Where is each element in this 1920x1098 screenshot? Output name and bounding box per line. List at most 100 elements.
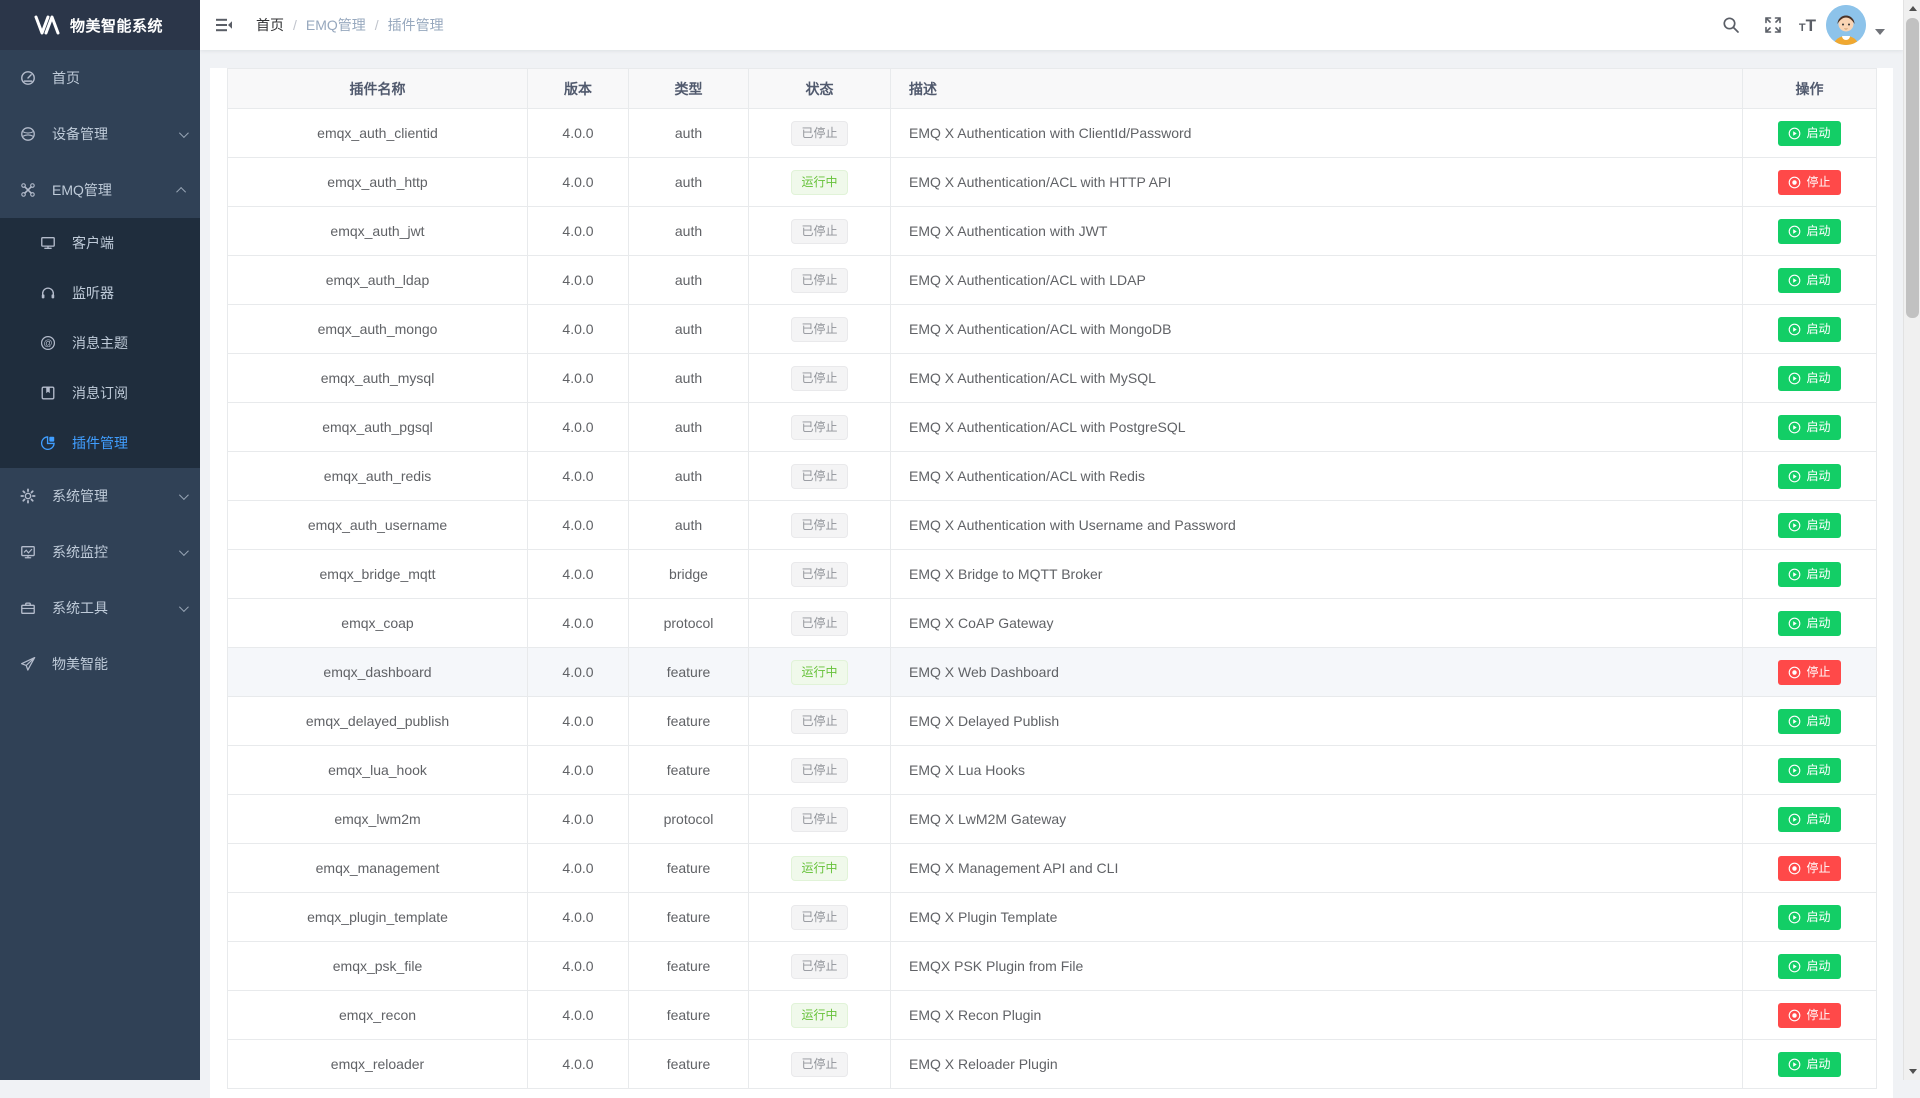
- breadcrumb-home[interactable]: 首页: [256, 15, 284, 35]
- toggle-plugin-button[interactable]: 停止: [1778, 1003, 1840, 1028]
- toggle-button-label: 启动: [1806, 960, 1830, 972]
- play-circle-icon: [1788, 372, 1801, 385]
- plugin-description: EMQ X Recon Plugin: [891, 991, 1743, 1040]
- toggle-plugin-button[interactable]: 启动: [1778, 807, 1840, 832]
- scrollbar-thumb[interactable]: [1906, 18, 1919, 318]
- plugin-description: EMQ X Authentication/ACL with MySQL: [891, 354, 1743, 403]
- toggle-plugin-button[interactable]: 启动: [1778, 709, 1840, 734]
- sidebar-item-subscriptions[interactable]: 消息订阅: [0, 368, 200, 418]
- toggle-plugin-button[interactable]: 停止: [1778, 170, 1840, 195]
- sidebar-item-label: 设备管理: [52, 124, 179, 144]
- toggle-plugin-button[interactable]: 启动: [1778, 562, 1840, 587]
- sidebar-item-emq[interactable]: EMQ管理: [0, 162, 200, 218]
- plugin-version: 4.0.0: [528, 893, 629, 942]
- sidebar-item-listeners[interactable]: 监听器: [0, 268, 200, 318]
- toggle-plugin-button[interactable]: 启动: [1778, 366, 1840, 391]
- toggle-plugin-button[interactable]: 启动: [1778, 611, 1840, 636]
- sidebar-item-system-monitor[interactable]: 系统监控: [0, 524, 200, 580]
- plugin-name: emqx_dashboard: [228, 648, 528, 697]
- sidebar-fold-button[interactable]: [200, 0, 248, 50]
- toggle-plugin-button[interactable]: 启动: [1778, 415, 1840, 440]
- main-content: 插件名称 版本 类型 状态 描述 操作 emqx_auth_clientid 4…: [200, 50, 1903, 1080]
- toggle-plugin-button[interactable]: 停止: [1778, 856, 1840, 881]
- table-row: emqx_auth_redis 4.0.0 auth 已停止 EMQ X Aut…: [228, 452, 1877, 501]
- emq-submenu: 客户端 监听器 @ 消息主题 消息订阅 插件管理: [0, 218, 200, 468]
- toggle-button-label: 停止: [1806, 1009, 1830, 1021]
- toggle-button-label: 启动: [1806, 813, 1830, 825]
- plugin-name: emqx_auth_pgsql: [228, 403, 528, 452]
- sidebar-item-topics[interactable]: @ 消息主题: [0, 318, 200, 368]
- toggle-plugin-button[interactable]: 启动: [1778, 758, 1840, 783]
- plugin-name: emqx_recon: [228, 991, 528, 1040]
- play-circle-icon: [1788, 617, 1801, 630]
- plugin-description: EMQ X Authentication/ACL with HTTP API: [891, 158, 1743, 207]
- plugin-name: emqx_lua_hook: [228, 746, 528, 795]
- play-circle-icon: [1788, 127, 1801, 140]
- toggle-plugin-button[interactable]: 启动: [1778, 121, 1840, 146]
- sidebar-item-system-admin[interactable]: 系统管理: [0, 468, 200, 524]
- plugin-card: 插件名称 版本 类型 状态 描述 操作 emqx_auth_clientid 4…: [210, 68, 1893, 1098]
- sidebar-item-system-tools[interactable]: 系统工具: [0, 580, 200, 636]
- vertical-scrollbar[interactable]: [1903, 0, 1920, 1080]
- status-badge: 已停止: [791, 709, 847, 734]
- plugin-description: EMQ X Web Dashboard: [891, 648, 1743, 697]
- app-logo[interactable]: 物美智能系统: [0, 0, 200, 50]
- plugin-version: 4.0.0: [528, 648, 629, 697]
- table-body: emqx_auth_clientid 4.0.0 auth 已停止 EMQ X …: [228, 109, 1877, 1089]
- status-badge: 已停止: [791, 611, 847, 636]
- breadcrumb-separator: /: [375, 17, 379, 33]
- toggle-plugin-button[interactable]: 启动: [1778, 268, 1840, 293]
- plugin-version: 4.0.0: [528, 501, 629, 550]
- toggle-plugin-button[interactable]: 启动: [1778, 219, 1840, 244]
- toggle-plugin-button[interactable]: 启动: [1778, 317, 1840, 342]
- plugin-icon: [40, 435, 56, 451]
- svg-text:@: @: [43, 338, 52, 348]
- sidebar-item-devices[interactable]: 设备管理: [0, 106, 200, 162]
- play-circle-icon: [1788, 323, 1801, 336]
- toggle-plugin-button[interactable]: 启动: [1778, 905, 1840, 930]
- stop-circle-icon: [1788, 176, 1801, 189]
- sidebar-item-plugins[interactable]: 插件管理: [0, 418, 200, 468]
- plugin-version: 4.0.0: [528, 1040, 629, 1089]
- plugin-name: emqx_auth_ldap: [228, 256, 528, 305]
- avatar[interactable]: [1826, 5, 1866, 45]
- plugin-name: emqx_plugin_template: [228, 893, 528, 942]
- table-row: emqx_auth_clientid 4.0.0 auth 已停止 EMQ X …: [228, 109, 1877, 158]
- sidebar-item-label: EMQ管理: [52, 180, 179, 200]
- table-row: emqx_auth_mongo 4.0.0 auth 已停止 EMQ X Aut…: [228, 305, 1877, 354]
- toggle-button-label: 停止: [1806, 862, 1830, 874]
- scroll-down-arrow[interactable]: [1904, 1063, 1920, 1080]
- plugin-version: 4.0.0: [528, 550, 629, 599]
- monitor-chart-icon: [20, 544, 36, 560]
- breadcrumb-emq[interactable]: EMQ管理: [306, 15, 366, 35]
- toggle-plugin-button[interactable]: 启动: [1778, 464, 1840, 489]
- app-title: 物美智能系统: [70, 15, 163, 36]
- toggle-plugin-button[interactable]: 启动: [1778, 954, 1840, 979]
- toggle-button-label: 启动: [1806, 127, 1830, 139]
- sidebar-item-clients[interactable]: 客户端: [0, 218, 200, 268]
- user-menu[interactable]: [1826, 5, 1885, 45]
- plugin-type: auth: [629, 403, 749, 452]
- status-badge: 已停止: [791, 415, 847, 440]
- status-badge: 运行中: [791, 1003, 847, 1028]
- plugin-type: feature: [629, 942, 749, 991]
- plugin-type: auth: [629, 452, 749, 501]
- toggle-plugin-button[interactable]: 停止: [1778, 660, 1840, 685]
- plugin-name: emqx_psk_file: [228, 942, 528, 991]
- search-icon[interactable]: [1715, 0, 1747, 50]
- toggle-plugin-button[interactable]: 启动: [1778, 1052, 1840, 1077]
- font-size-icon[interactable]: TT: [1799, 17, 1816, 34]
- plugin-name: emqx_auth_jwt: [228, 207, 528, 256]
- plugin-version: 4.0.0: [528, 599, 629, 648]
- sidebar-item-wumei-ai[interactable]: 物美智能: [0, 636, 200, 692]
- plugin-description: EMQ X Authentication with ClientId/Passw…: [891, 109, 1743, 158]
- scroll-up-arrow[interactable]: [1904, 0, 1920, 17]
- caret-down-icon: [1875, 29, 1885, 35]
- toggle-button-label: 启动: [1806, 1058, 1830, 1070]
- fullscreen-icon[interactable]: [1757, 0, 1789, 50]
- sidebar-item-home[interactable]: 首页: [0, 50, 200, 106]
- toggle-plugin-button[interactable]: 启动: [1778, 513, 1840, 538]
- plugin-type: feature: [629, 844, 749, 893]
- plugin-description: EMQ X Delayed Publish: [891, 697, 1743, 746]
- play-circle-icon: [1788, 813, 1801, 826]
